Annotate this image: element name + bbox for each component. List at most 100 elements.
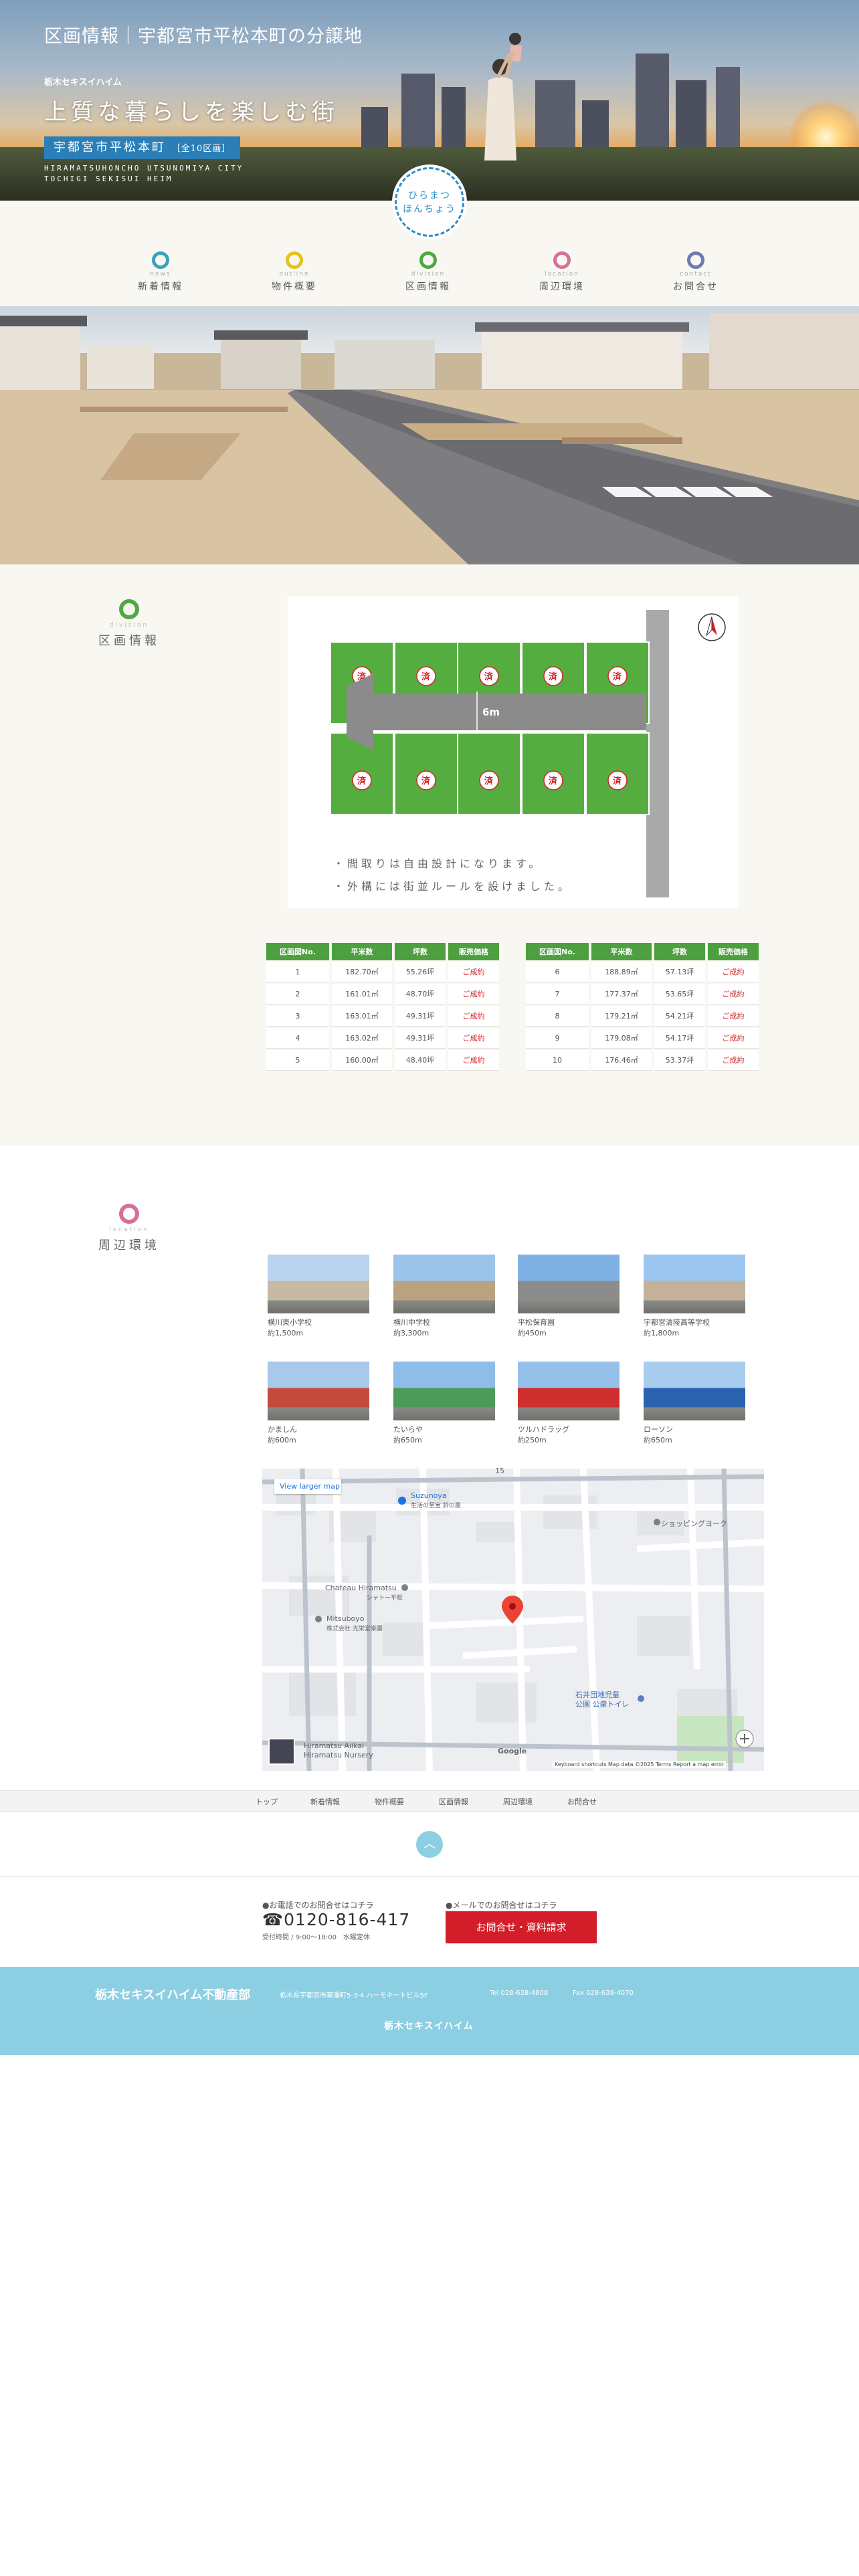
map-label-nursery: Hiramatsu Aiikai xyxy=(304,1741,365,1750)
map-label-court: ショッピングヨーク xyxy=(661,1519,727,1528)
table-cell: 54.21坪 xyxy=(654,1006,705,1027)
nav-item-location[interactable]: location 周辺環境 xyxy=(515,251,609,293)
back-to-top-button[interactable]: ︿ xyxy=(416,1831,443,1858)
table-cell: 161.01㎡ xyxy=(332,984,392,1004)
spot-photo xyxy=(268,1362,369,1420)
view-larger-map-link[interactable]: View larger map xyxy=(274,1479,341,1494)
north-arrow-icon xyxy=(698,613,726,641)
table-cell: 8 xyxy=(526,1006,589,1027)
table-cell: 3 xyxy=(266,1006,329,1027)
map-label-chateau: Chateau Hiramatsu xyxy=(325,1584,397,1592)
area-badge-name: 宇都宮市平松本町 xyxy=(54,140,166,154)
spot-name: ローソン xyxy=(644,1425,673,1434)
spot-name: ツルハドラッグ xyxy=(518,1425,569,1434)
sold-mark: 済 xyxy=(549,776,558,786)
footer-nav-link[interactable]: お問合せ xyxy=(567,1796,597,1807)
table-cell: 48.40坪 xyxy=(395,1050,446,1071)
status-cell: ご成約 xyxy=(708,962,759,982)
nearby-spot-card: かましん 約600m xyxy=(268,1362,369,1446)
spot-text: 横川東小学校 約1,500m xyxy=(268,1317,369,1339)
spot-distance: 約650m xyxy=(644,1436,672,1444)
spot-photo xyxy=(518,1255,619,1313)
google-logo: Google xyxy=(498,1747,527,1755)
nav-item-label: 周辺環境 xyxy=(539,282,585,292)
table-cell: 9 xyxy=(526,1028,589,1049)
footer-nav-link[interactable]: 区画情報 xyxy=(439,1796,468,1807)
spot-distance: 約600m xyxy=(268,1436,296,1444)
company-fax: Fax 028-638-4070 xyxy=(573,1990,634,1997)
footer-nav-link[interactable]: 周辺環境 xyxy=(503,1796,533,1807)
table-row: 6 188.89㎡ 57.13坪 ご成約 xyxy=(526,962,759,982)
table-header-row: 区画図No. 平米数 坪数 販売価格 xyxy=(266,943,499,960)
road-graphic xyxy=(0,390,859,564)
table-row: 8 179.21㎡ 54.21坪 ご成約 xyxy=(526,1006,759,1027)
nav-ring-icon xyxy=(419,251,437,269)
site-footer: 栃木セキスイハイム不動産部 栃木県宇都宮市築瀬町5-3-4 ハーモネートビル5F… xyxy=(0,1967,859,2055)
sold-mark: 済 xyxy=(613,776,622,786)
nearby-spot-card: 宇都宮清陵高等学校 約1,800m xyxy=(644,1255,745,1339)
table-cell: 53.37坪 xyxy=(654,1050,705,1071)
spot-distance: 約650m xyxy=(393,1436,422,1444)
table-cell: 177.37㎡ xyxy=(591,984,652,1004)
map-label-suzunoya: Suzunoya xyxy=(411,1491,447,1500)
nav-item-outline[interactable]: outline 物件概要 xyxy=(248,251,341,293)
tel-number-link[interactable]: ☎0120-816-417 xyxy=(262,1910,410,1929)
area-badge-count: ［全10区画］ xyxy=(171,144,231,154)
nearby-spot-card: 平松保育園 約450m xyxy=(518,1255,619,1339)
building-silhouette xyxy=(676,80,706,154)
spot-photo xyxy=(644,1255,745,1313)
nav-item-en: division xyxy=(411,271,446,278)
table-header: 区画図No. xyxy=(526,943,589,960)
location-heading-jp: 周辺環境 xyxy=(98,1239,160,1253)
map-label-mitsuboyo-jp: 株式会社 光栄堂楽園 xyxy=(326,1626,383,1632)
map-label-chateau-jp: シャトー平松 xyxy=(367,1595,403,1602)
location-heading-en: location xyxy=(109,1226,149,1233)
sold-mark: 済 xyxy=(484,776,494,786)
spot-photo xyxy=(518,1362,619,1420)
building-silhouette xyxy=(716,67,740,154)
division-heading-en: division xyxy=(109,622,149,629)
nav-ring-icon xyxy=(152,251,169,269)
nav-ring-icon xyxy=(687,251,704,269)
spot-distance: 約1,800m xyxy=(644,1329,680,1337)
family-silhouette xyxy=(484,33,522,160)
lot-table-left: 区画図No. 平米数 坪数 販売価格 1 182.70㎡ 55.26坪 ご成約 2 161.01㎡… xyxy=(264,942,502,1072)
spot-distance: 約450m xyxy=(518,1329,547,1337)
table-row: 7 177.37㎡ 53.65坪 ご成約 xyxy=(526,984,759,1004)
spot-text: 横川中学校 約3,300m xyxy=(393,1317,495,1339)
table-row: 1 182.70㎡ 55.26坪 ご成約 xyxy=(266,962,499,982)
satellite-toggle[interactable] xyxy=(268,1738,295,1765)
table-header: 坪数 xyxy=(395,943,446,960)
company-address: 栃木県宇都宮市築瀬町5-3-4 ハーモネートビル5F xyxy=(280,1992,428,2000)
nav-item-news[interactable]: news 新着情報 xyxy=(114,251,207,293)
table-cell: 163.02㎡ xyxy=(332,1028,392,1049)
footer-logo: 栃木セキスイハイム xyxy=(384,2021,474,2032)
table-row: 5 160.00㎡ 48.40坪 ご成約 xyxy=(266,1050,499,1071)
lot-table-right: 区画図No. 平米数 坪数 販売価格 6 188.89㎡ 57.13坪 ご成約 7 177.37㎡… xyxy=(523,942,761,1072)
footer-nav-link[interactable]: 新着情報 xyxy=(310,1796,340,1807)
status-cell: ご成約 xyxy=(708,1006,759,1027)
sold-mark: 済 xyxy=(357,776,367,786)
nav-item-label: 物件概要 xyxy=(272,282,317,292)
table-header: 販売価格 xyxy=(448,943,499,960)
spot-photo xyxy=(393,1255,495,1313)
nav-item-label: お問合せ xyxy=(673,282,719,292)
nav-item-contact[interactable]: contact お問合せ xyxy=(649,251,743,293)
building-silhouette xyxy=(442,87,466,154)
sold-mark: 済 xyxy=(484,671,494,682)
footer-nav-link[interactable]: トップ xyxy=(256,1796,278,1807)
table-cell: 57.13坪 xyxy=(654,962,705,982)
nav-item-division[interactable]: division 区画情報 xyxy=(381,251,475,293)
table-row: 4 163.02㎡ 49.31坪 ご成約 xyxy=(266,1028,499,1049)
status-cell: ご成約 xyxy=(708,1028,759,1049)
spot-name: 宇都宮清陵高等学校 xyxy=(644,1318,710,1327)
footer-nav-link[interactable]: 物件概要 xyxy=(375,1796,404,1807)
map-label-mitsuboyo: Mitsuboyo xyxy=(326,1614,365,1623)
company-name: 栃木セキスイハイム不動産部 xyxy=(95,1988,251,2002)
inquiry-button[interactable]: お問合せ・資料請求 xyxy=(446,1911,597,1943)
spot-text: かましん 約600m xyxy=(268,1424,369,1446)
table-cell: 55.26坪 xyxy=(395,962,446,982)
status-cell: ご成約 xyxy=(708,1050,759,1071)
page-title: 区画情報｜宇都宮市平松本町の分譲地 xyxy=(44,26,363,47)
map-footer-links[interactable]: Keyboard shortcuts Map data ©2025 Terms … xyxy=(553,1761,727,1768)
